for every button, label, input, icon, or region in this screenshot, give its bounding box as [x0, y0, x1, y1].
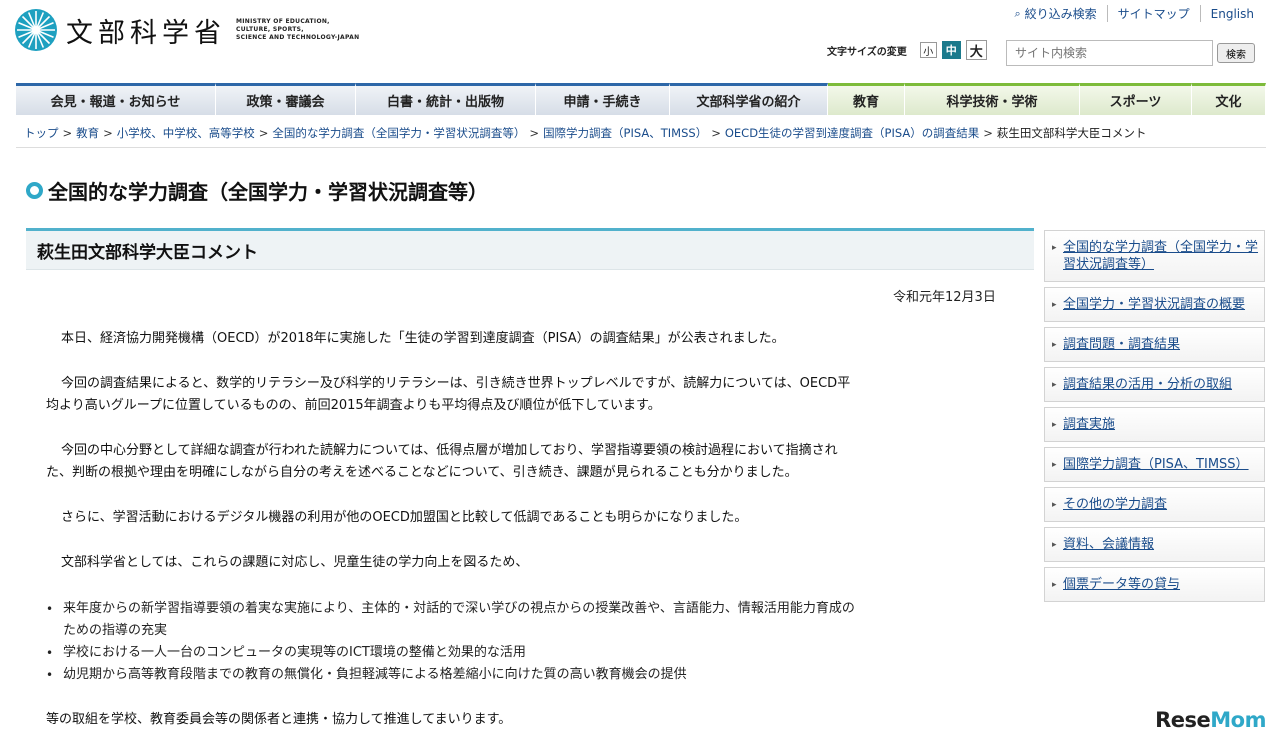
breadcrumb-separator: >: [983, 126, 993, 140]
paragraph: 本日、経済協力開発機構（OECD）が2018年に実施した「生徒の学習到達度調査（…: [46, 328, 1006, 350]
nav-item-about[interactable]: 文部科学省の紹介: [670, 83, 828, 115]
sidebar-item[interactable]: 全国学力・学習状況調査の概要: [1044, 287, 1265, 322]
nav-item-policy[interactable]: 政策・審議会: [216, 83, 356, 115]
watermark-part: Mom: [1210, 708, 1266, 732]
logo-en-line: SCIENCE AND TECHNOLOGY-JAPAN: [236, 34, 360, 41]
list-item: 来年度からの新学習指導要領の着実な実施により、主体的・対話的で深い学びの視点から…: [46, 598, 1006, 642]
breadcrumb-link[interactable]: 教育: [76, 126, 99, 140]
watermark-part: Rese: [1155, 708, 1211, 732]
paragraph-line: た、判断の根拠や理由を明確にしながら自分の考えを述べることなどについて、引き続き…: [46, 465, 798, 480]
measures-list: 来年度からの新学習指導要領の着実な実施により、主体的・対話的で深い学びの視点から…: [46, 598, 1006, 686]
ministry-logo[interactable]: 文部科学省 MINISTRY OF EDUCATION, CULTURE, SP…: [14, 8, 359, 52]
paragraph-line: 文部科学省としては、これらの課題に対応し、児童生徒の学力向上を図るため、: [61, 555, 529, 570]
list-item: 幼児期から高等教育段階までの教育の無償化・負担軽減等による格差縮小に向けた質の高…: [46, 664, 1006, 686]
divider: [16, 147, 1266, 148]
article-date: 令和元年12月3日: [893, 290, 996, 305]
global-nav: 会見・報道・お知らせ 政策・審議会 白書・統計・出版物 申請・手続き 文部科学省…: [16, 83, 1266, 115]
paragraph: 今回の調査結果によると、数学的リテラシー及び科学的リテラシーは、引き続き世界トッ…: [46, 373, 1006, 417]
nav-item-applications[interactable]: 申請・手続き: [536, 83, 670, 115]
sidebar-link[interactable]: 調査実施: [1063, 417, 1115, 432]
sidebar-item[interactable]: 資料、会議情報: [1044, 527, 1265, 562]
breadcrumb-separator: >: [62, 126, 73, 140]
search-input[interactable]: [1006, 40, 1213, 66]
paragraph: 今回の中心分野として詳細な調査が行われた読解力については、低得点層が増加しており…: [46, 440, 1006, 484]
page-title: 全国的な学力調査（全国学力・学習状況調査等）: [26, 176, 488, 205]
breadcrumb-link[interactable]: 全国的な学力調査（全国学力・学習状況調査等）: [272, 126, 525, 140]
resemom-watermark: ReseMom: [1155, 708, 1266, 732]
font-size-large-button[interactable]: 大: [965, 40, 987, 60]
advanced-search-label: 絞り込み検索: [1024, 7, 1097, 21]
site-search: 検索: [1006, 40, 1255, 66]
sidebar-item[interactable]: 調査問題・調査結果: [1044, 327, 1265, 362]
nav-item-publications[interactable]: 白書・統計・出版物: [356, 83, 536, 115]
logo-text: 文部科学省: [66, 17, 226, 49]
list-item-text: ための指導の充実: [63, 623, 168, 638]
breadcrumb-link[interactable]: 国際学力調査（PISA、TIMSS）: [543, 126, 707, 140]
breadcrumb-separator: >: [103, 126, 113, 140]
breadcrumb: トップ > 教育 > 小学校、中学校、高等学校 > 全国的な学力調査（全国学力・学習状況調査…: [24, 125, 1146, 141]
font-size-switcher: 文字サイズの変更 小 中 大: [827, 40, 987, 60]
nav-item-press[interactable]: 会見・報道・お知らせ: [16, 83, 216, 115]
nav-item-science[interactable]: 科学技術・学術: [905, 83, 1080, 115]
sitemap-link[interactable]: サイトマップ: [1106, 5, 1200, 22]
paragraph-line: 本日、経済協力開発機構（OECD）が2018年に実施した「生徒の学習到達度調査（…: [61, 331, 785, 346]
english-link[interactable]: English: [1199, 5, 1264, 22]
list-item-text: 来年度からの新学習指導要領の着実な実施により、主体的・対話的で深い学びの視点から…: [63, 601, 855, 616]
paragraph-line: さらに、学習活動におけるデジタル機器の利用が他のOECD加盟国と比較して低調であ…: [61, 510, 748, 525]
title-bullet-icon: [26, 182, 43, 199]
sidebar-link[interactable]: その他の学力調査: [1063, 497, 1167, 512]
paragraph-line: 今回の調査結果によると、数学的リテラシー及び科学的リテラシーは、引き続き世界トッ…: [61, 376, 851, 391]
list-item: 学校における一人一台のコンピュータの実現等のICT環境の整備と効果的な活用: [46, 642, 1006, 664]
font-size-label: 文字サイズの変更: [827, 46, 907, 58]
nav-item-culture[interactable]: 文化: [1192, 83, 1266, 115]
sidebar-link[interactable]: 資料、会議情報: [1063, 537, 1154, 552]
breadcrumb-link[interactable]: OECD生徒の学習到達度調査（PISA）の調査結果: [725, 126, 979, 140]
article-heading: 萩生田文部科学大臣コメント: [26, 228, 1034, 270]
breadcrumb-link[interactable]: 小学校、中学校、高等学校: [117, 126, 255, 140]
logo-en-line: CULTURE, SPORTS,: [236, 26, 304, 33]
utility-links: ⌕ 絞り込み検索 サイトマップ English: [1004, 5, 1264, 22]
paragraph: 文部科学省としては、これらの課題に対応し、児童生徒の学力向上を図るため、: [46, 552, 1006, 574]
sidebar-item[interactable]: 調査結果の活用・分析の取組: [1044, 367, 1265, 402]
breadcrumb-link[interactable]: トップ: [24, 126, 59, 140]
sidebar-item[interactable]: 全国的な学力調査（全国学力・学習状況調査等）: [1044, 230, 1265, 282]
sidebar-link[interactable]: 調査問題・調査結果: [1063, 337, 1180, 352]
paragraph-line: 今回の中心分野として詳細な調査が行われた読解力については、低得点層が増加しており…: [61, 443, 838, 458]
breadcrumb-separator: >: [711, 126, 721, 140]
logo-english: MINISTRY OF EDUCATION, CULTURE, SPORTS, …: [236, 18, 359, 42]
page-title-text: 全国的な学力調査（全国学力・学習状況調査等）: [48, 180, 488, 204]
breadcrumb-current: 萩生田文部科学大臣コメント: [996, 126, 1147, 140]
paragraph-line: 等の取組を学校、教育委員会等の関係者と連携・協力して推進してまいります。: [46, 712, 512, 727]
sidebar-link[interactable]: 個票データ等の貸与: [1063, 577, 1180, 592]
search-filter-icon: ⌕: [1014, 6, 1021, 20]
sidebar-link[interactable]: 国際学力調査（PISA、TIMSS）: [1063, 457, 1249, 472]
paragraph: 等の取組を学校、教育委員会等の関係者と連携・協力して推進してまいります。: [46, 709, 1006, 731]
sidebar-item[interactable]: その他の学力調査: [1044, 487, 1265, 522]
logo-mark-icon: [15, 9, 57, 51]
advanced-search-link[interactable]: ⌕ 絞り込み検索: [1004, 5, 1106, 22]
sidebar-item[interactable]: 国際学力調査（PISA、TIMSS）: [1044, 447, 1265, 482]
paragraph: さらに、学習活動におけるデジタル機器の利用が他のOECD加盟国と比較して低調であ…: [46, 507, 1006, 529]
nav-item-sports[interactable]: スポーツ: [1080, 83, 1192, 115]
sidebar-item[interactable]: 調査実施: [1044, 407, 1265, 442]
breadcrumb-separator: >: [529, 126, 540, 140]
sidebar: 全国的な学力調査（全国学力・学習状況調査等） 全国学力・学習状況調査の概要 調査…: [1044, 230, 1265, 607]
logo-en-line: MINISTRY OF EDUCATION,: [236, 18, 330, 25]
font-size-small-button[interactable]: 小: [919, 42, 937, 58]
sidebar-link[interactable]: 全国的な学力調査（全国学力・学習状況調査等）: [1063, 240, 1258, 272]
search-button[interactable]: 検索: [1217, 43, 1255, 63]
sitemap-label: サイトマップ: [1117, 7, 1190, 21]
nav-item-education[interactable]: 教育: [828, 83, 905, 115]
sidebar-link[interactable]: 調査結果の活用・分析の取組: [1063, 377, 1232, 392]
english-label: English: [1210, 6, 1254, 21]
sidebar-item[interactable]: 個票データ等の貸与: [1044, 567, 1265, 602]
sidebar-link[interactable]: 全国学力・学習状況調査の概要: [1063, 297, 1245, 312]
breadcrumb-separator: >: [258, 126, 269, 140]
paragraph-line: 均より高いグループに位置しているものの、前回2015年調査よりも平均得点及び順位…: [46, 398, 661, 413]
font-size-medium-button[interactable]: 中: [941, 41, 961, 59]
